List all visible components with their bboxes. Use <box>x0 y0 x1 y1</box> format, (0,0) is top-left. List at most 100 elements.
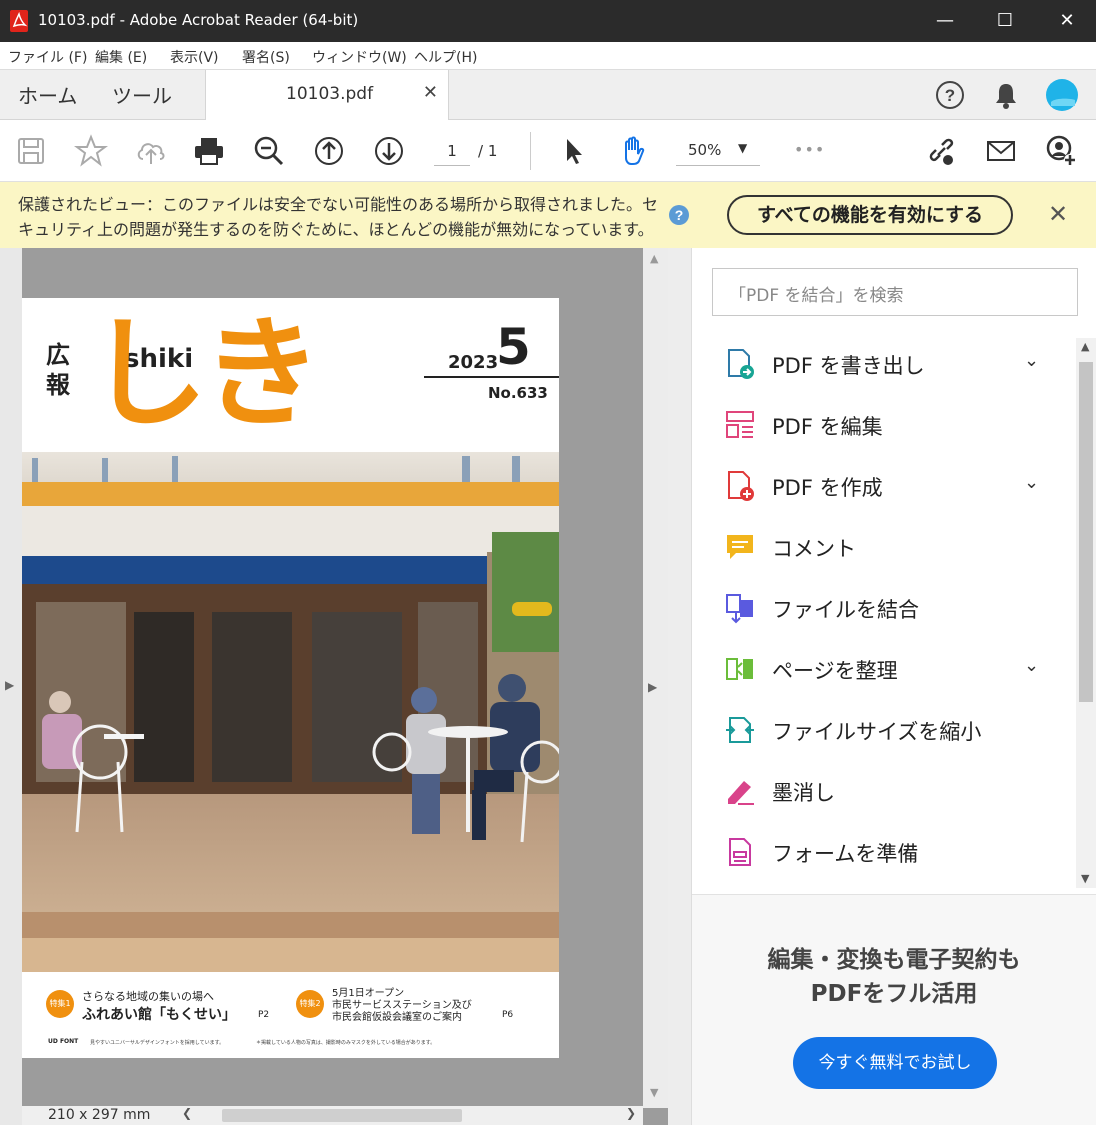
tool-prepare-form[interactable]: フォームを準備 <box>712 824 1074 880</box>
maximize-icon[interactable]: ☐ <box>990 6 1020 36</box>
chevron-down-icon: ▼ <box>738 141 748 155</box>
protected-view-bar: 保護されたビュー：このファイルは安全でない可能性のある場所から取得されました。セ… <box>0 182 1096 248</box>
organize-pages-icon <box>724 653 756 685</box>
close-window-icon[interactable]: ✕ <box>1052 6 1082 36</box>
free-trial-button[interactable]: 今すぐ無料でお試し <box>793 1037 997 1089</box>
bell-icon[interactable] <box>990 79 1022 111</box>
tab-home[interactable]: ホーム <box>18 80 77 109</box>
chevron-down-icon[interactable]: ⌄ <box>1024 655 1039 676</box>
share-link-icon[interactable] <box>924 134 958 168</box>
tool-label: ページを整理 <box>772 659 898 683</box>
cover-year: 2023 <box>448 352 499 373</box>
svg-text:?: ? <box>945 86 955 105</box>
promo-box: 編集・変換も電子契約も PDFをフル活用 今すぐ無料でお試し <box>692 894 1096 1125</box>
edit-pdf-icon <box>724 409 756 441</box>
document-viewport[interactable]: ▶ 広報 shiki しき 2023 5 No.633 特集1 さらなる地域の集… <box>0 248 668 1125</box>
tool-create-pdf[interactable]: PDF を作成 ⌄ <box>712 458 1074 514</box>
hand-tool-icon[interactable] <box>616 134 650 168</box>
save-icon[interactable] <box>14 134 48 168</box>
feature2-page: P6 <box>502 1010 514 1020</box>
header-rule <box>424 376 559 378</box>
promo-line2: PDFをフル活用 <box>810 981 978 1007</box>
scroll-right-icon[interactable]: ❯ <box>626 1106 636 1120</box>
tool-label: PDF を作成 <box>772 476 883 500</box>
tool-compress-file[interactable]: ファイルサイズを縮小 <box>712 702 1074 758</box>
zoom-select[interactable]: 50% ▼ <box>676 136 760 166</box>
tool-label: PDF を書き出し <box>772 354 925 378</box>
pdf-page: 広報 shiki しき 2023 5 No.633 特集1 さらなる地域の集いの… <box>22 298 559 1058</box>
scroll-down-icon[interactable]: ▼ <box>1081 872 1089 885</box>
tab-tools[interactable]: ツール <box>112 80 172 109</box>
export-pdf-icon <box>724 348 756 380</box>
close-tab-icon[interactable]: ✕ <box>423 82 438 103</box>
create-pdf-icon <box>724 470 756 502</box>
add-user-icon[interactable] <box>1044 134 1078 168</box>
tools-search-input[interactable]: 「PDF を結合」を検索 <box>712 268 1078 316</box>
tools-vertical-scrollbar[interactable]: ▲ ▼ <box>1076 338 1096 888</box>
more-tools-icon[interactable]: ••• <box>794 140 825 159</box>
email-icon[interactable] <box>984 134 1018 168</box>
tool-combine-files[interactable]: ファイルを結合 <box>712 580 1074 636</box>
toolbar: 1 / 1 50% ▼ ••• <box>0 120 1096 182</box>
help-icon[interactable]: ? <box>934 79 966 111</box>
tool-redact[interactable]: 墨消し <box>712 763 1074 819</box>
comment-icon <box>724 531 756 563</box>
footnote-udfont: 見やすいユニバーサルデザインフォントを採用しています。 <box>90 1040 225 1046</box>
minimize-icon[interactable]: — <box>930 6 960 36</box>
menu-sign[interactable]: 署名(S) <box>242 47 290 67</box>
avatar[interactable] <box>1045 78 1079 112</box>
tab-bar: ホーム ツール 10103.pdf ✕ ? <box>0 70 1096 120</box>
tool-label: ファイルを結合 <box>772 598 919 622</box>
collapse-right-icon[interactable]: ▶ <box>648 680 657 694</box>
shiki-logo-text: しき <box>88 305 322 444</box>
svg-text:?: ? <box>675 207 684 223</box>
chevron-down-icon[interactable]: ⌄ <box>1024 472 1039 493</box>
compress-file-icon <box>724 714 756 746</box>
feature2-line3: 市民会館仮設会議室のご案内 <box>332 1012 462 1023</box>
feature1-line1: さらなる地域の集いの場へ <box>82 990 214 1003</box>
tools-pane-collapse-strip[interactable] <box>668 248 692 1125</box>
feature2-badge: 特集2 <box>296 990 324 1018</box>
tool-label: コメント <box>772 537 856 561</box>
expand-left-icon: ▶ <box>5 678 15 692</box>
tool-export-pdf[interactable]: PDF を書き出し ⌄ <box>712 336 1074 392</box>
menu-edit[interactable]: 編集 (E) <box>95 47 147 67</box>
toolbar-divider <box>530 132 531 170</box>
protected-view-message: 保護されたビュー：このファイルは安全でない可能性のある場所から取得されました。セ… <box>18 195 659 239</box>
page-number-box: 1 / 1 <box>434 136 524 166</box>
tool-organize-pages[interactable]: ページを整理 ⌄ <box>712 641 1074 697</box>
select-cursor-icon[interactable] <box>556 134 590 168</box>
zoom-out-icon[interactable] <box>252 134 286 168</box>
document-vertical-scrollbar[interactable]: ▲ ▼ <box>643 248 668 1108</box>
menu-window[interactable]: ウィンドウ(W) <box>312 47 407 67</box>
next-page-icon[interactable] <box>372 134 406 168</box>
scroll-down-icon[interactable]: ▼ <box>650 1086 658 1099</box>
menu-view[interactable]: 表示(V) <box>170 47 219 67</box>
tools-list: PDF を書き出し ⌄ PDF を編集 PDF を作成 ⌄ コメント ファイルを… <box>712 336 1074 896</box>
page-size: 210 x 297 mm <box>48 1107 151 1123</box>
menu-file[interactable]: ファイル (F) <box>8 47 87 67</box>
cloud-upload-icon[interactable] <box>134 134 168 168</box>
menu-help[interactable]: ヘルプ(H) <box>414 47 477 67</box>
chevron-down-icon[interactable]: ⌄ <box>1024 350 1039 371</box>
star-icon[interactable] <box>74 134 108 168</box>
print-icon[interactable] <box>192 134 226 168</box>
prev-page-icon[interactable] <box>312 134 346 168</box>
close-banner-icon[interactable]: ✕ <box>1048 200 1068 228</box>
tool-label: フォームを準備 <box>772 842 919 866</box>
tools-scroll-thumb[interactable] <box>1079 362 1093 702</box>
redact-icon <box>724 775 756 807</box>
tool-edit-pdf[interactable]: PDF を編集 <box>712 397 1074 453</box>
zoom-value: 50% <box>688 141 722 159</box>
scroll-up-icon[interactable]: ▲ <box>650 252 658 265</box>
prepare-form-icon <box>724 836 756 868</box>
tab-document[interactable]: 10103.pdf ✕ <box>205 70 449 120</box>
enable-all-features-button[interactable]: すべての機能を有効にする <box>727 195 1013 235</box>
scroll-up-icon[interactable]: ▲ <box>1081 340 1089 353</box>
left-panel-toggle[interactable]: ▶ <box>0 248 22 1125</box>
info-help-icon[interactable]: ? <box>668 204 690 226</box>
horizontal-scroll-thumb[interactable] <box>222 1109 462 1122</box>
scroll-left-icon[interactable]: ❮ <box>182 1106 192 1120</box>
page-number-input[interactable]: 1 <box>434 136 470 166</box>
tool-comment[interactable]: コメント <box>712 519 1074 575</box>
